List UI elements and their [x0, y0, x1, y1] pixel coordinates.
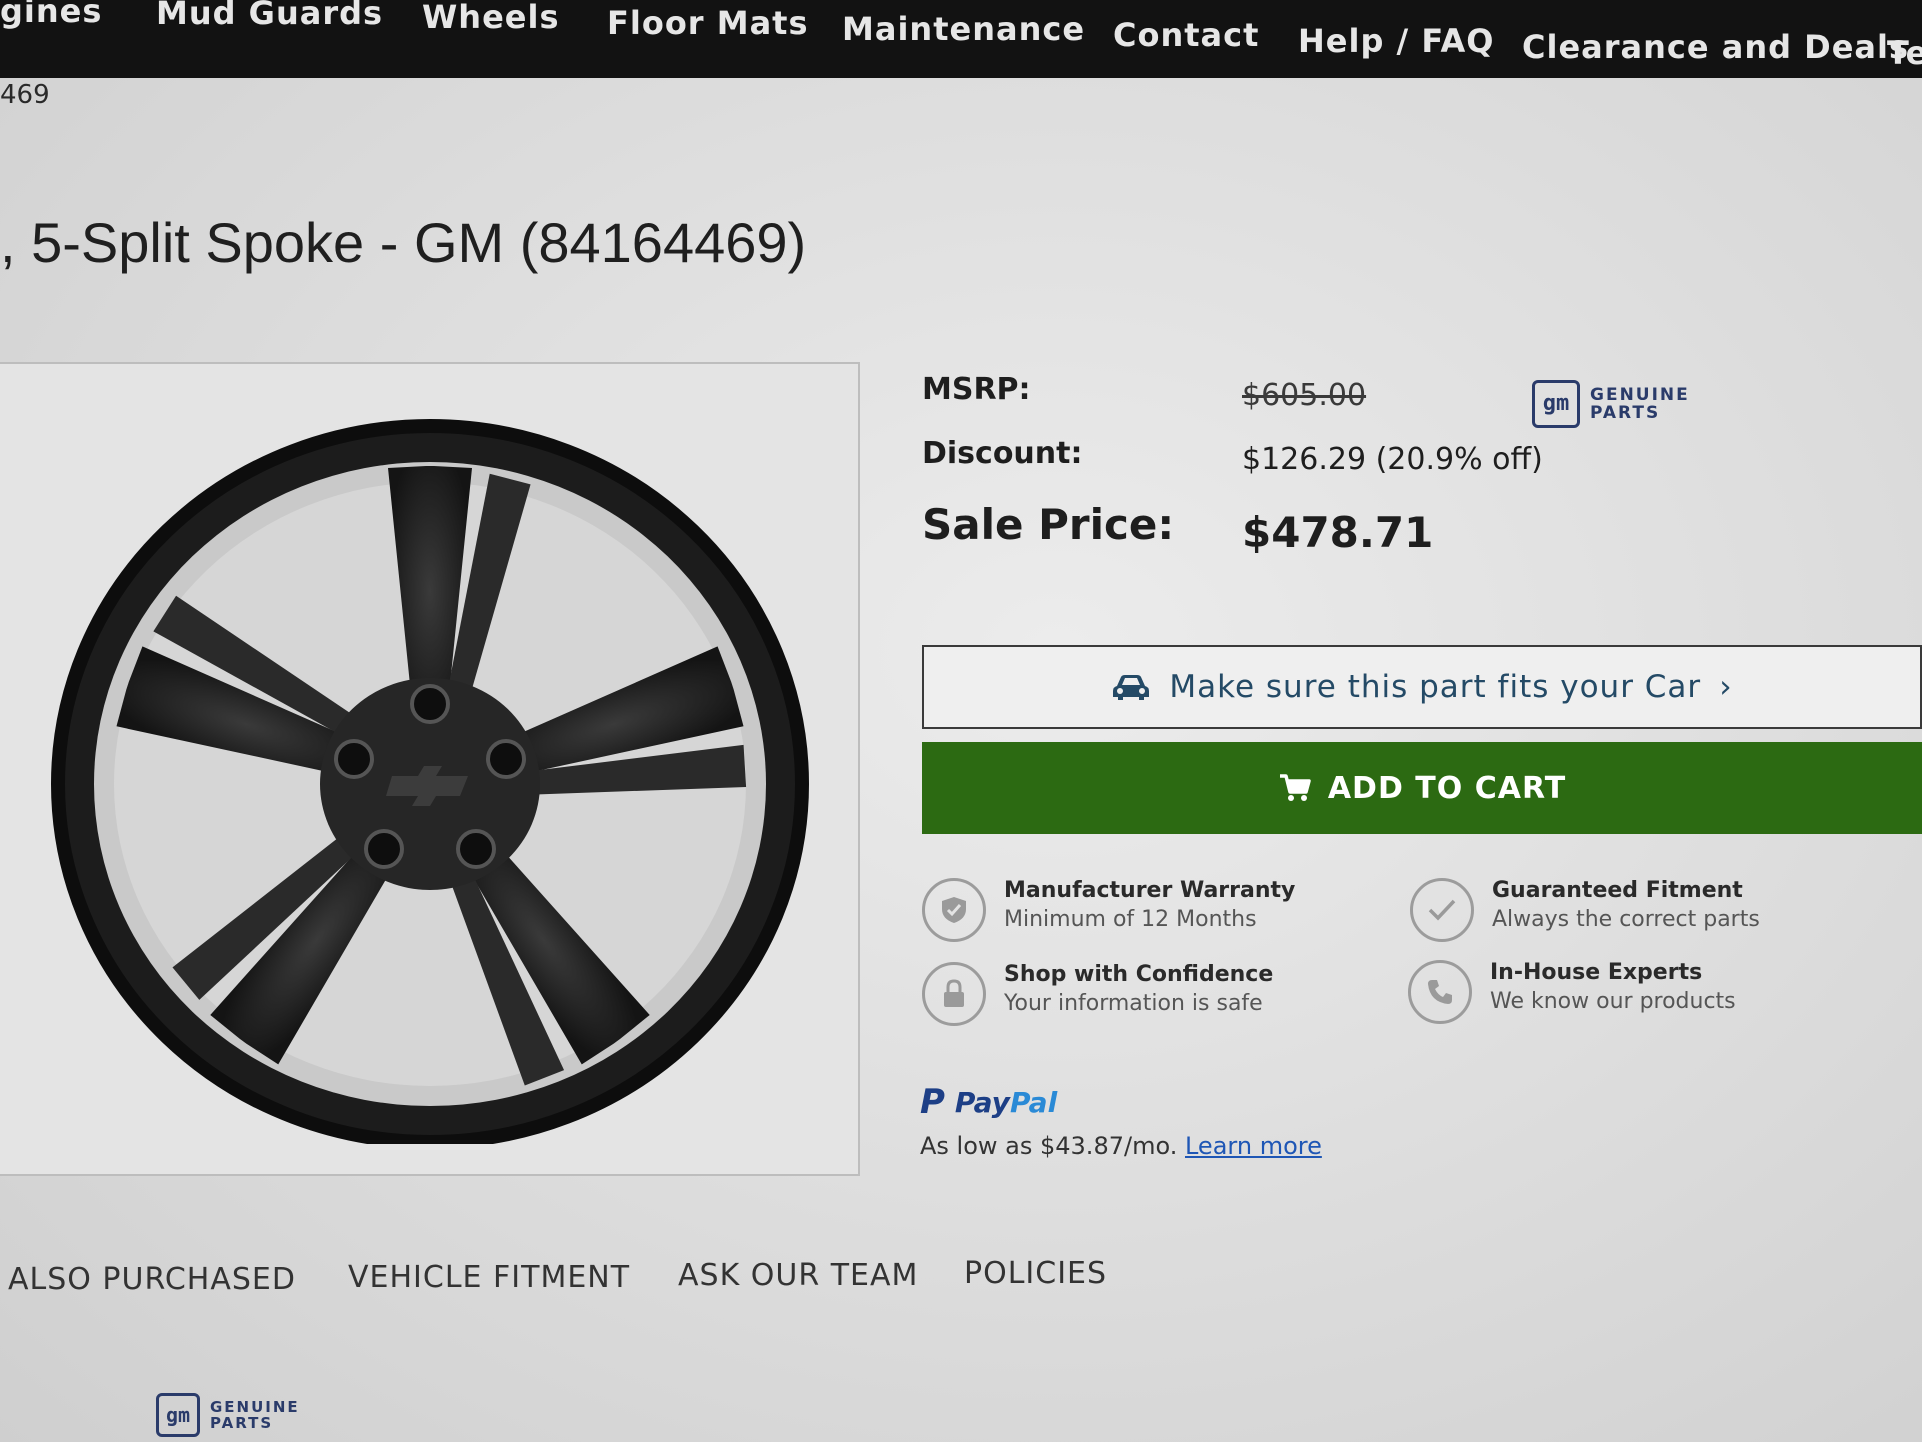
- wheel-image: [51, 419, 809, 1144]
- chevron-right-icon: ›: [1719, 669, 1733, 705]
- feature-title: Shop with Confidence: [1004, 962, 1274, 987]
- top-navigation: gines Mud Guards Wheels Floor Mats Maint…: [0, 0, 1922, 78]
- phone-icon: [1408, 960, 1472, 1024]
- checkmark-icon: [1410, 878, 1474, 942]
- badge-line2: PARTS: [210, 1414, 274, 1432]
- nav-item-engines[interactable]: gines: [0, 0, 102, 30]
- nav-item-floor-mats[interactable]: Floor Mats: [607, 4, 809, 42]
- tab-also-purchased[interactable]: ALSO PURCHASED: [8, 1262, 296, 1297]
- fitment-label: Make sure this part fits your Car: [1169, 669, 1702, 705]
- paypal-logo: P PayPal: [920, 1082, 1322, 1122]
- genuine-parts-badge: gm GENUINE PARTS: [1532, 380, 1690, 428]
- feature-title: In-House Experts: [1490, 960, 1703, 985]
- feature-experts: In-House Experts We know our products: [1408, 960, 1736, 1024]
- badge-line2: PARTS: [1590, 403, 1661, 423]
- nav-item-truncated[interactable]: Te: [1887, 34, 1922, 72]
- paypal-offer-text: As low as $43.87/mo.: [920, 1132, 1178, 1160]
- feature-title: Guaranteed Fitment: [1492, 878, 1743, 903]
- feature-subtitle: Minimum of 12 Months: [1004, 907, 1257, 932]
- discount-value: $126.29 (20.9% off): [1242, 442, 1543, 477]
- feature-warranty: Manufacturer Warranty Minimum of 12 Mont…: [922, 878, 1295, 942]
- sale-price-value: $478.71: [1242, 508, 1434, 557]
- discount-label: Discount:: [922, 436, 1083, 471]
- nav-item-mud-guards[interactable]: Mud Guards: [156, 0, 383, 32]
- feature-fitment: Guaranteed Fitment Always the correct pa…: [1410, 878, 1760, 942]
- product-image-panel[interactable]: [0, 362, 860, 1176]
- feature-title: Manufacturer Warranty: [1004, 878, 1296, 903]
- add-to-cart-label: ADD TO CART: [1327, 770, 1567, 806]
- feature-confidence: Shop with Confidence Your information is…: [922, 962, 1273, 1026]
- gm-logo-icon: gm: [1532, 380, 1580, 428]
- paypal-financing: P PayPal As low as $43.87/mo. Learn more: [920, 1082, 1322, 1160]
- check-fitment-button[interactable]: Make sure this part fits your Car ›: [922, 645, 1922, 729]
- shield-check-icon: [922, 878, 986, 942]
- gm-logo-icon: gm: [156, 1393, 200, 1437]
- tab-policies[interactable]: POLICIES: [964, 1256, 1107, 1291]
- footer-genuine-parts-badge: gm GENUINE PARTS: [156, 1393, 300, 1437]
- lock-icon: [922, 962, 986, 1026]
- nav-item-help-faq[interactable]: Help / FAQ: [1298, 22, 1494, 60]
- paypal-offer: As low as $43.87/mo. Learn more: [920, 1132, 1322, 1160]
- badge-line1: GENUINE: [1590, 385, 1690, 405]
- learn-more-link[interactable]: Learn more: [1185, 1132, 1322, 1160]
- msrp-value: $605.00: [1242, 378, 1367, 413]
- nav-item-wheels[interactable]: Wheels: [422, 0, 560, 36]
- add-to-cart-button[interactable]: ADD TO CART: [922, 742, 1922, 834]
- paypal-wordmark: PayPal: [954, 1085, 1058, 1119]
- paypal-icon: P: [920, 1082, 945, 1122]
- feature-subtitle: Your information is safe: [1004, 991, 1263, 1016]
- nav-item-maintenance[interactable]: Maintenance: [842, 10, 1085, 48]
- car-icon: [1113, 675, 1150, 700]
- tab-ask-our-team[interactable]: ASK OUR TEAM: [678, 1258, 918, 1293]
- genuine-parts-text: GENUINE PARTS: [1590, 386, 1690, 422]
- tab-vehicle-fitment[interactable]: VEHICLE FITMENT: [348, 1260, 630, 1295]
- feature-subtitle: Always the correct parts: [1492, 907, 1760, 932]
- badge-line1: GENUINE: [210, 1398, 300, 1416]
- product-title: , 5-Split Spoke - GM (84164469): [0, 211, 807, 274]
- sale-price-label: Sale Price:: [922, 500, 1175, 549]
- feature-subtitle: We know our products: [1490, 989, 1736, 1014]
- msrp-label: MSRP:: [922, 372, 1031, 407]
- cart-icon: [1279, 774, 1311, 801]
- genuine-parts-text: GENUINE PARTS: [210, 1399, 300, 1431]
- nav-item-clearance[interactable]: Clearance and Deals: [1522, 28, 1909, 66]
- nav-item-contact[interactable]: Contact: [1113, 16, 1259, 54]
- breadcrumb: 469: [0, 80, 50, 110]
